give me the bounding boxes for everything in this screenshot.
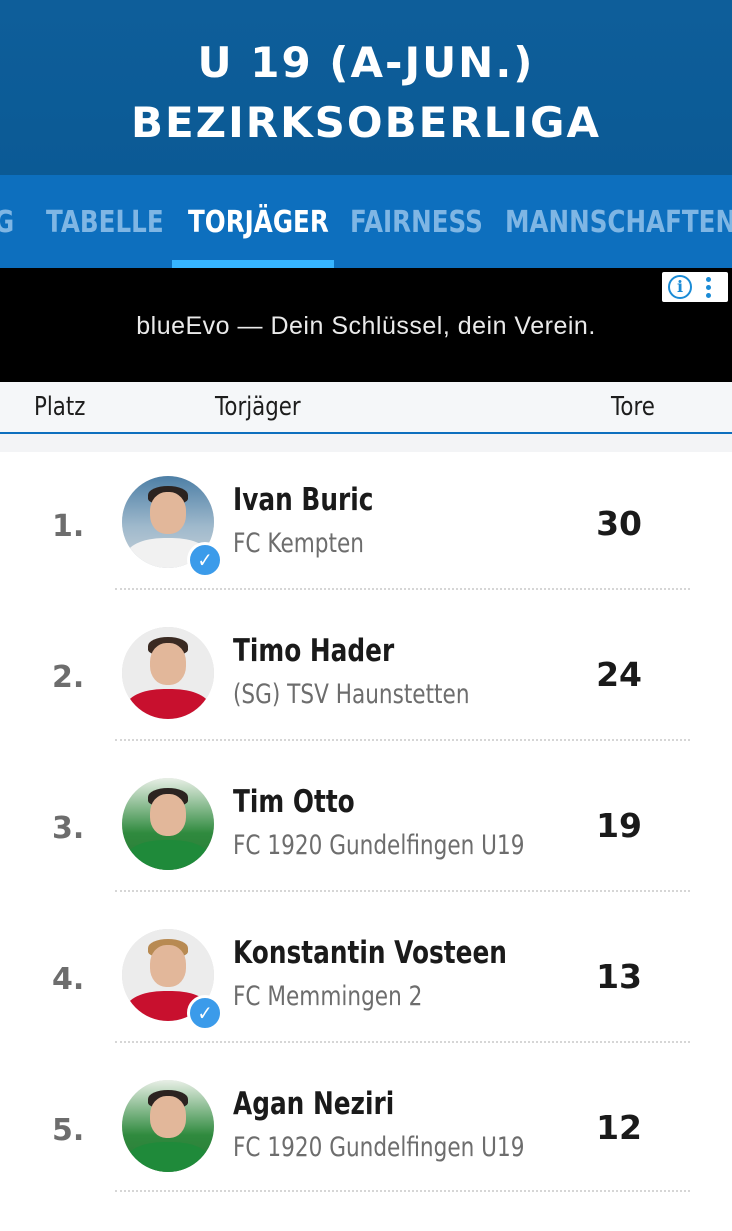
table-header: Platz Torjäger Tore: [0, 382, 732, 434]
verified-check-icon: ✓: [187, 995, 223, 1031]
column-header-goals: Tore: [611, 392, 655, 422]
rank: 3.: [52, 811, 85, 846]
scorer-row[interactable]: 3. Tim Otto FC 1920 Gundelfingen U19 19: [0, 778, 732, 929]
player-avatar[interactable]: [122, 1080, 214, 1172]
verified-check-icon: ✓: [187, 542, 223, 578]
player-club[interactable]: (SG) TSV Haunstetten: [233, 679, 470, 710]
row-divider: [115, 890, 690, 892]
player-avatar[interactable]: [122, 778, 214, 870]
scorer-row[interactable]: 1. ✓ Ivan Buric FC Kempten 30: [0, 476, 732, 627]
league-title-line2: BEZIRKSOBERLIGA: [130, 98, 602, 147]
player-club[interactable]: FC 1920 Gundelfingen U19: [233, 830, 524, 861]
player-club[interactable]: FC Memmingen 2: [233, 981, 422, 1012]
player-name[interactable]: Timo Hader: [233, 633, 394, 669]
player-club[interactable]: FC Kempten: [233, 528, 364, 559]
active-tab-indicator: [172, 260, 334, 268]
tab-bar: G TABELLE TORJÄGER FAIRNESS MANNSCHAFTEN: [0, 175, 732, 268]
goals-count: 30: [596, 504, 642, 543]
tab-tabelle[interactable]: TABELLE: [46, 205, 164, 240]
league-header: U 19 (A-JUN.) BEZIRKSOBERLIGA: [0, 0, 732, 175]
ad-choices-badge[interactable]: i: [662, 272, 728, 302]
tab-fairness[interactable]: FAIRNESS: [350, 205, 483, 240]
tab-spielplan[interactable]: G: [0, 205, 14, 240]
goals-count: 13: [596, 957, 642, 996]
column-header-scorer: Torjäger: [215, 392, 301, 422]
tab-torjaeger[interactable]: TORJÄGER: [188, 205, 329, 240]
goals-count: 24: [596, 655, 642, 694]
league-title-line1: U 19 (A-JUN.): [197, 38, 535, 87]
goals-count: 12: [596, 1108, 642, 1147]
vertical-dots-icon[interactable]: [706, 277, 712, 299]
goals-count: 19: [596, 806, 642, 845]
ad-text[interactable]: blueEvo — Dein Schlüssel, dein Verein.: [0, 312, 732, 341]
tab-mannschaften[interactable]: MANNSCHAFTEN: [505, 205, 732, 240]
row-divider: [115, 1041, 690, 1043]
rank: 2.: [52, 660, 85, 695]
ad-banner[interactable]: blueEvo — Dein Schlüssel, dein Verein. i: [0, 268, 732, 382]
player-name[interactable]: Agan Neziri: [233, 1086, 394, 1122]
rank: 4.: [52, 962, 85, 997]
row-divider: [115, 739, 690, 741]
player-name[interactable]: Konstantin Vosteen: [233, 935, 507, 971]
info-icon[interactable]: i: [668, 275, 692, 299]
player-avatar[interactable]: [122, 627, 214, 719]
table-spacer: [0, 434, 732, 452]
column-header-rank: Platz: [34, 392, 86, 422]
row-divider: [115, 588, 690, 590]
scorer-row[interactable]: 4. ✓ Konstantin Vosteen FC Memmingen 2 1…: [0, 929, 732, 1080]
player-name[interactable]: Tim Otto: [233, 784, 355, 820]
rank: 5.: [52, 1113, 85, 1148]
scorer-row[interactable]: 2. Timo Hader (SG) TSV Haunstetten 24: [0, 627, 732, 778]
player-name[interactable]: Ivan Buric: [233, 482, 373, 518]
row-divider: [115, 1190, 690, 1192]
scorer-row[interactable]: 5. Agan Neziri FC 1920 Gundelfingen U19 …: [0, 1080, 732, 1231]
rank: 1.: [52, 509, 85, 544]
player-club[interactable]: FC 1920 Gundelfingen U19: [233, 1132, 524, 1163]
